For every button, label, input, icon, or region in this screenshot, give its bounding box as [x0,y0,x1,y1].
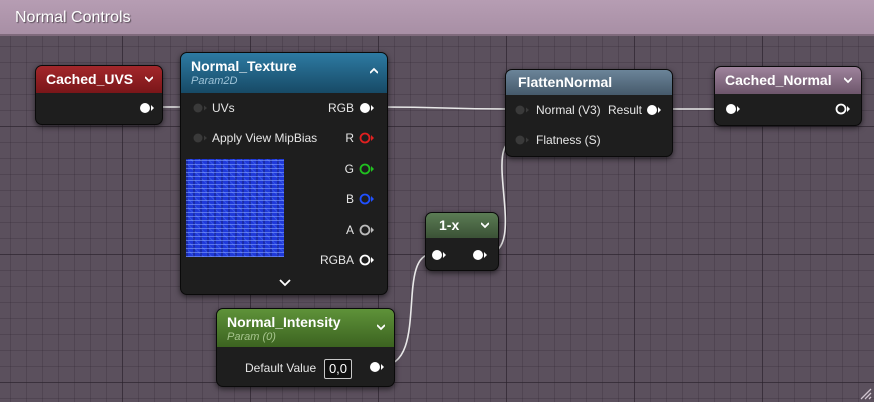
node-cached-uvs-title: Cached_UVS [46,71,134,87]
a-output-label: A [345,223,354,237]
node-normal-texture[interactable]: Normal_Texture Param2D UVs Apply View Mi… [180,52,388,295]
chevron-down-icon[interactable] [145,75,153,83]
chevron-up-icon[interactable] [370,67,378,75]
node-normal-intensity[interactable]: Normal_Intensity Param (0) Default Value… [216,308,395,387]
normal-input-pin[interactable] [514,103,530,117]
chevron-down-icon[interactable] [844,76,852,84]
one-minus-input-pin[interactable] [431,248,447,262]
chevron-down-icon[interactable] [377,323,385,331]
b-output-pin[interactable] [359,192,375,206]
result-output-pin[interactable] [646,103,662,117]
flatness-input-label: Flatness (S) [536,133,601,147]
node-normal-intensity-header[interactable]: Normal_Intensity Param (0) [217,309,394,347]
node-one-minus-title: 1-x [439,217,460,233]
mipbias-input-label: Apply View MipBias [212,131,318,145]
default-value-label: Default Value [245,361,317,375]
uvs-input-pin[interactable] [192,101,208,115]
texture-preview-thumbnail [186,159,284,257]
cached-normal-output-pin[interactable] [835,102,851,116]
exec-pin-icon[interactable] [139,101,155,115]
graph-canvas[interactable]: Normal Controls Cached_UVS Normal_Textur… [0,0,874,402]
g-output-pin[interactable] [359,162,375,176]
chevron-down-icon[interactable] [279,279,291,287]
wire-layer [150,106,727,367]
node-one-minus-header[interactable]: 1-x [426,213,498,238]
node-cached-normal-header[interactable]: Cached_Normal [715,67,861,94]
a-output-pin[interactable] [359,223,375,237]
r-output-label: R [345,131,354,145]
rgb-output-pin[interactable] [359,101,375,115]
node-flatten-normal-header[interactable]: FlattenNormal [506,70,672,95]
rgb-output-label: RGB [327,101,354,115]
node-normal-texture-header[interactable]: Normal_Texture Param2D [181,53,387,93]
b-output-label: B [345,192,354,206]
node-cached-normal[interactable]: Cached_Normal [714,66,862,126]
g-output-label: G [344,162,354,176]
node-flatten-normal-title: FlattenNormal [518,74,613,90]
r-output-pin[interactable] [359,131,375,145]
node-normal-texture-subtitle: Param2D [191,75,238,87]
uvs-input-label: UVs [212,101,235,115]
node-one-minus[interactable]: 1-x [425,212,499,271]
rgba-output-pin[interactable] [359,253,375,267]
mipbias-input-pin[interactable] [192,131,208,145]
rgba-output-label: RGBA [319,253,354,267]
node-cached-normal-title: Cached_Normal [725,72,832,88]
wire-rgb-to-normal [375,106,517,110]
intensity-output-pin[interactable] [369,360,385,374]
flatness-input-pin[interactable] [514,133,530,147]
one-minus-output-pin[interactable] [472,248,488,262]
chevron-down-icon[interactable] [481,221,489,229]
result-output-label: Result [607,103,642,117]
normal-input-label: Normal (V3) [536,103,601,117]
node-cached-uvs-header[interactable]: Cached_UVS [36,66,162,93]
node-normal-texture-title: Normal_Texture [191,58,297,74]
resize-grip-icon[interactable] [858,386,872,400]
node-cached-uvs[interactable]: Cached_UVS [35,65,163,125]
cached-normal-input-pin[interactable] [725,102,741,116]
default-value-field[interactable]: 0,0 [324,359,352,379]
node-normal-intensity-subtitle: Param (0) [227,331,276,343]
node-normal-intensity-title: Normal_Intensity [227,314,341,330]
node-flatten-normal[interactable]: FlattenNormal Normal (V3) Flatness (S) R… [505,69,673,157]
